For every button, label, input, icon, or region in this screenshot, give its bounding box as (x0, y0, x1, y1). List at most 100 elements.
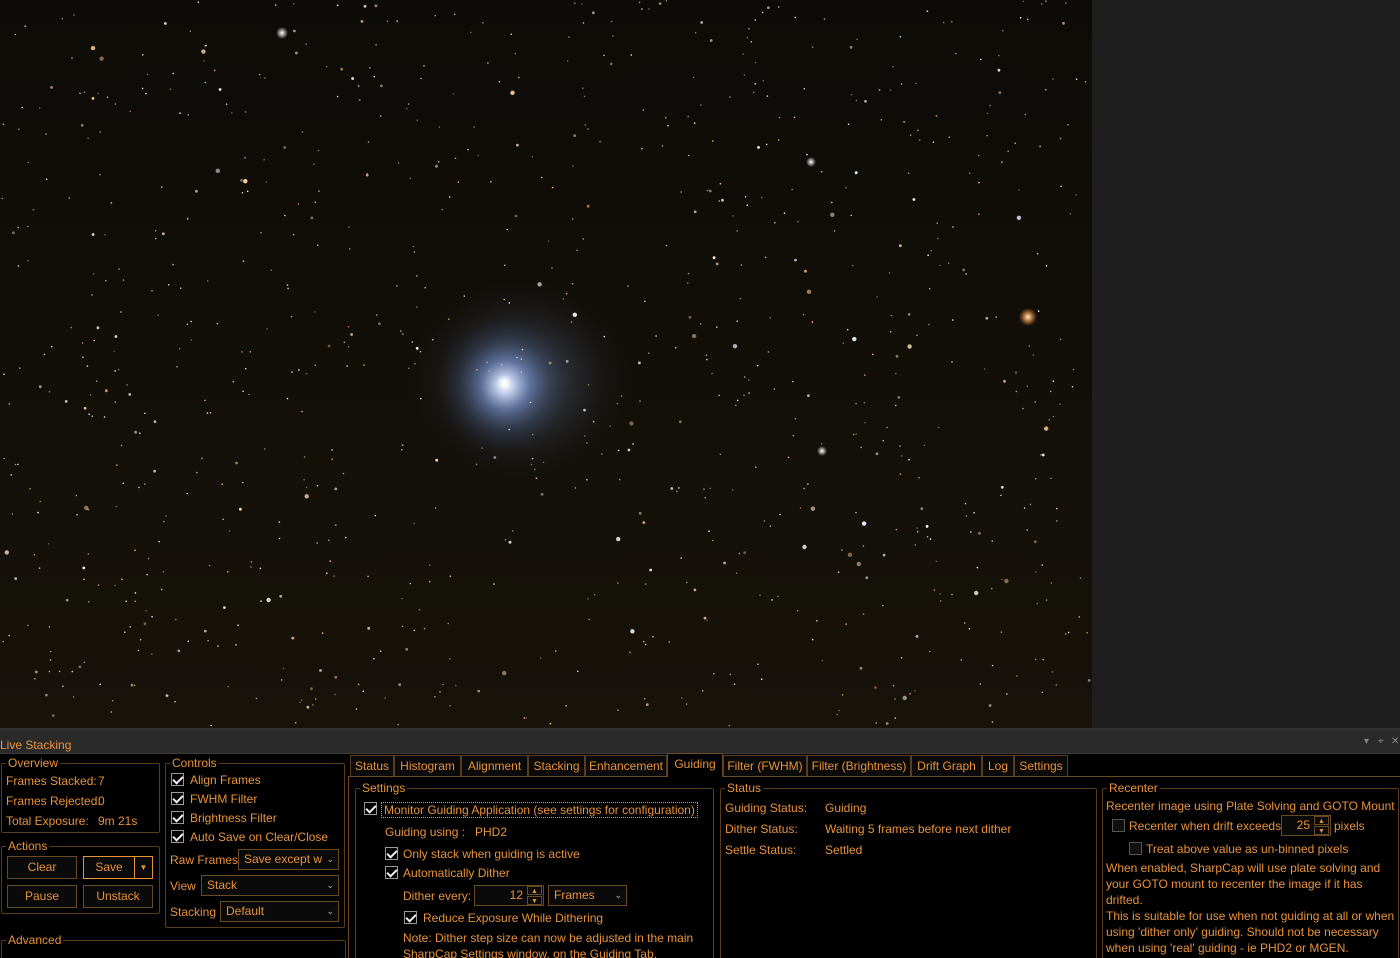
panel-menu-icon[interactable]: ▾ (1364, 736, 1369, 747)
star (620, 395, 623, 397)
star (794, 417, 797, 420)
star (732, 344, 738, 349)
star (243, 179, 248, 184)
star (806, 153, 808, 156)
star (935, 560, 938, 563)
pin-icon[interactable]: ⌖ (1378, 736, 1384, 747)
fwhm-filter-label[interactable]: FWHM Filter (190, 792, 257, 806)
star (685, 703, 688, 705)
only-stack-checkbox[interactable] (385, 847, 398, 860)
view-select[interactable]: Stack ⌄ (201, 875, 339, 896)
pause-button[interactable]: Pause (7, 885, 77, 908)
image-viewer[interactable] (0, 0, 1400, 728)
align-frames-checkbox[interactable] (171, 773, 184, 786)
star (8, 403, 11, 405)
star (50, 86, 53, 89)
tab-alignment[interactable]: Alignment (461, 755, 528, 776)
unstack-button[interactable]: Unstack (83, 885, 153, 908)
tab-guiding[interactable]: Guiding (667, 753, 723, 777)
star (333, 575, 335, 577)
star (548, 361, 552, 365)
star (733, 683, 736, 685)
tab-histogram[interactable]: Histogram (394, 755, 461, 776)
star (1048, 419, 1050, 421)
stacking-select[interactable]: Default ⌄ (220, 901, 339, 922)
stepper-down-icon[interactable]: ▼ (1314, 826, 1329, 835)
star (488, 370, 490, 372)
tab-filter-brightness[interactable]: Filter (Brightness) (807, 755, 911, 776)
star (1028, 345, 1031, 347)
star (401, 597, 403, 600)
recenter-when-checkbox[interactable] (1112, 819, 1125, 832)
star (1004, 578, 1009, 584)
star (736, 230, 738, 232)
recenter-when-label[interactable]: Recenter when drift exceeds (1129, 819, 1281, 833)
clear-button[interactable]: Clear (7, 856, 77, 879)
save-button[interactable]: Save (83, 856, 135, 879)
star (974, 590, 979, 596)
close-icon[interactable]: ✕ (1391, 736, 1399, 747)
raw-frames-select[interactable]: Save except w ⌄ (238, 849, 339, 870)
align-frames-label[interactable]: Align Frames (190, 773, 261, 787)
star (130, 683, 134, 687)
stepper-up-icon[interactable]: ▲ (527, 886, 542, 895)
reduce-exposure-label[interactable]: Reduce Exposure While Dithering (423, 911, 603, 925)
panel-title: Live Stacking (0, 738, 72, 752)
star (687, 115, 689, 118)
settle-status-value: Settled (825, 843, 863, 857)
star (286, 397, 289, 400)
star (222, 518, 224, 521)
tab-enhancement[interactable]: Enhancement (585, 755, 667, 776)
auto-dither-checkbox[interactable] (385, 866, 398, 879)
tab-settings[interactable]: Settings (1014, 755, 1068, 776)
stepper-up-icon[interactable]: ▲ (1314, 816, 1329, 825)
star (2, 640, 4, 643)
monitor-guiding-checkbox[interactable] (364, 802, 377, 815)
tab-status[interactable]: Status (350, 755, 394, 776)
star (470, 31, 472, 34)
auto-save-checkbox[interactable] (171, 830, 184, 843)
star (1069, 213, 1072, 215)
star (855, 511, 857, 514)
treat-unbinned-checkbox[interactable] (1129, 842, 1142, 855)
brightness-filter-label[interactable]: Brightness Filter (190, 811, 277, 825)
star (1041, 453, 1045, 457)
star (1015, 371, 1017, 374)
star (939, 600, 942, 602)
star (179, 112, 181, 114)
treat-unbinned-label[interactable]: Treat above value as un-binned pixels (1146, 842, 1348, 856)
dither-unit-select[interactable]: Frames ⌄ (548, 885, 627, 906)
star (362, 690, 365, 692)
monitor-guiding-label[interactable]: Monitor Guiding Application (see setting… (381, 802, 698, 818)
star (986, 112, 989, 115)
star (907, 313, 911, 316)
star (378, 322, 381, 326)
dither-every-stepper[interactable]: 12 ▲ ▼ (474, 885, 544, 906)
reduce-exposure-checkbox[interactable] (404, 911, 417, 924)
auto-dither-label[interactable]: Automatically Dither (403, 866, 510, 880)
only-stack-label[interactable]: Only stack when guiding is active (403, 847, 580, 861)
star (314, 364, 317, 367)
save-dropdown-button[interactable]: ▼ (134, 856, 153, 879)
star (820, 443, 823, 445)
star (991, 540, 994, 542)
star (929, 538, 932, 540)
star (12, 231, 15, 235)
recenter-desc-3: drifted. (1106, 893, 1143, 907)
fwhm-filter-checkbox[interactable] (171, 792, 184, 805)
star (75, 494, 78, 497)
tab-log[interactable]: Log (982, 755, 1014, 776)
stepper-down-icon[interactable]: ▼ (527, 896, 542, 905)
star (1045, 265, 1048, 267)
tab-drift-graph[interactable]: Drift Graph (911, 755, 982, 776)
star (554, 650, 557, 652)
brightness-filter-checkbox[interactable] (171, 811, 184, 824)
tab-filter-fwhm[interactable]: Filter (FWHM) (723, 755, 807, 776)
star (609, 425, 612, 428)
auto-save-label[interactable]: Auto Save on Clear/Close (190, 830, 328, 844)
drift-pixels-stepper[interactable]: 25 ▲ ▼ (1281, 815, 1331, 836)
tab-stacking[interactable]: Stacking (528, 755, 585, 776)
stacked-image[interactable] (0, 0, 1092, 728)
star (97, 92, 99, 95)
star (1087, 679, 1091, 682)
